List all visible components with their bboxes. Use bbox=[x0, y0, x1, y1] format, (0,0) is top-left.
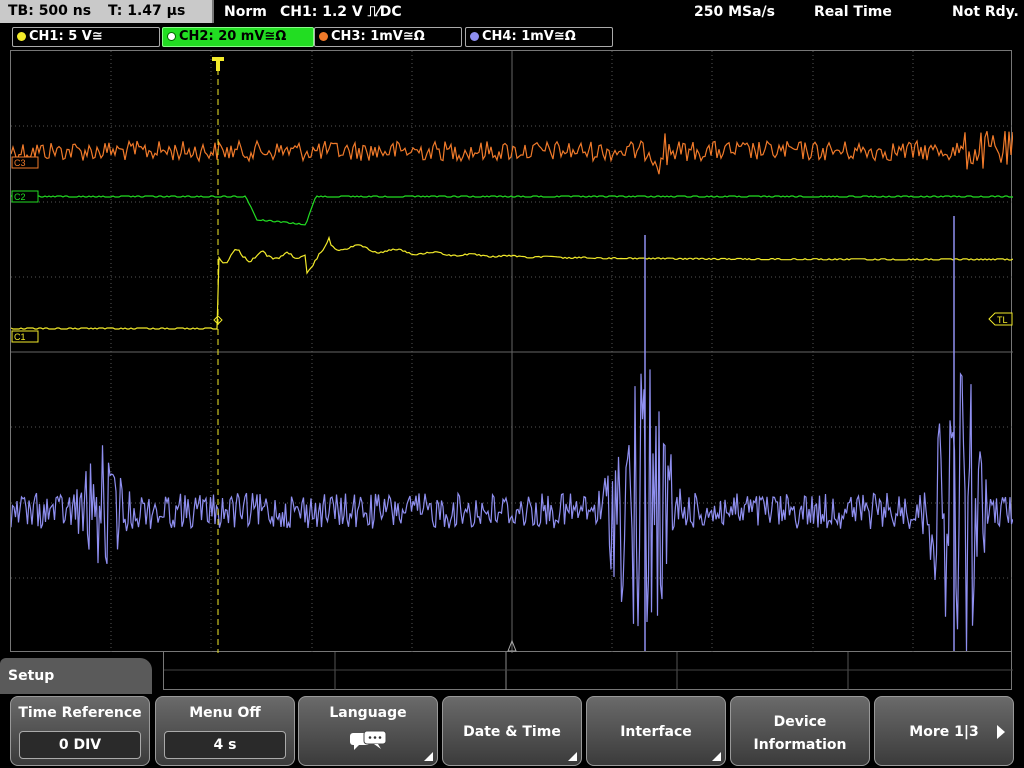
ch2-marker-label: C2 bbox=[14, 192, 26, 202]
trigger-mode[interactable]: Norm bbox=[224, 0, 267, 24]
trigger-position-icon bbox=[212, 57, 224, 71]
graticule-grid bbox=[11, 51, 1013, 653]
menu-title: Setup bbox=[8, 668, 55, 684]
channel-4-label: CH4: 1mV≅Ω bbox=[482, 29, 576, 44]
channel-4-tab[interactable]: CH4: 1mV≅Ω bbox=[465, 27, 613, 47]
channel-1-tab[interactable]: CH1: 5 V≅ bbox=[12, 27, 160, 47]
time-reference-label: Time Reference bbox=[18, 705, 142, 721]
channel-2-label: CH2: 20 mV≅Ω bbox=[179, 29, 287, 44]
acquisition-mode[interactable]: Real Time bbox=[814, 0, 892, 24]
menu-title-tab: Setup bbox=[0, 658, 152, 698]
ch3-marker-label: C3 bbox=[14, 158, 26, 168]
acquisition-status: Not Rdy. bbox=[952, 4, 1019, 20]
channel-1-dot-icon bbox=[17, 32, 26, 41]
trigger-info[interactable]: CH1: 1.2 V ⎍⁄DC bbox=[280, 0, 402, 24]
device-information-label-line1: Device bbox=[773, 714, 827, 730]
menu-off-button[interactable]: Menu Off 4 s bbox=[155, 696, 295, 766]
softkey-menu: Time Reference 0 DIV Menu Off 4 s Langua… bbox=[0, 694, 1024, 768]
waveform-display[interactable]: T TL C3 C2 C1 bbox=[10, 50, 1013, 653]
submenu-indicator-icon bbox=[712, 752, 721, 761]
time-reference-button[interactable]: Time Reference 0 DIV bbox=[10, 696, 150, 766]
timebase-value: TB: 500 ns bbox=[8, 3, 92, 19]
interface-label: Interface bbox=[620, 724, 692, 740]
language-label: Language bbox=[329, 705, 407, 721]
waveform-canvas: T TL C3 C2 C1 bbox=[11, 51, 1013, 653]
strip-grid bbox=[164, 652, 1013, 690]
time-reference-value: 0 DIV bbox=[19, 731, 141, 759]
lower-strip bbox=[163, 652, 1013, 690]
date-time-label: Date & Time bbox=[463, 724, 561, 740]
channel-3-dot-icon bbox=[319, 32, 328, 41]
menu-off-value: 4 s bbox=[164, 731, 286, 759]
language-button[interactable]: Language bbox=[298, 696, 438, 766]
more-label: More 1|3 bbox=[909, 724, 979, 740]
channel-bar: CH1: 5 V≅ CH2: 20 mV≅Ω CH3: 1mV≅Ω CH4: 1… bbox=[0, 26, 1024, 48]
ch1-marker-label: C1 bbox=[14, 332, 26, 342]
sample-rate: 250 MSa/s bbox=[694, 4, 776, 20]
channel-1-label: CH1: 5 V≅ bbox=[29, 29, 103, 44]
date-time-button[interactable]: Date & Time bbox=[442, 696, 582, 766]
channel-4-dot-icon bbox=[470, 32, 479, 41]
menu-off-label: Menu Off bbox=[189, 705, 261, 721]
trigger-level-marker-label: TL bbox=[997, 315, 1008, 325]
channel-3-tab[interactable]: CH3: 1mV≅Ω bbox=[314, 27, 462, 47]
interface-button[interactable]: Interface bbox=[586, 696, 726, 766]
channel-2-dot-icon bbox=[167, 32, 176, 41]
status-bar: TB: 500 ns T: 1.47 µs Norm CH1: 1.2 V ⎍⁄… bbox=[0, 0, 1024, 24]
channel-2-tab[interactable]: CH2: 20 mV≅Ω bbox=[162, 27, 314, 47]
timebase-box[interactable]: TB: 500 ns T: 1.47 µs bbox=[0, 0, 214, 23]
more-button[interactable]: More 1|3 bbox=[874, 696, 1014, 766]
channel-3-label: CH3: 1mV≅Ω bbox=[331, 29, 425, 44]
device-information-button[interactable]: Device Information bbox=[730, 696, 870, 766]
device-information-label-line2: Information bbox=[753, 737, 847, 753]
trigger-time-value: T: 1.47 µs bbox=[107, 3, 186, 19]
submenu-indicator-icon bbox=[568, 752, 577, 761]
speech-bubbles-icon bbox=[350, 730, 387, 750]
next-page-arrow-icon bbox=[997, 725, 1005, 739]
submenu-indicator-icon bbox=[424, 752, 433, 761]
